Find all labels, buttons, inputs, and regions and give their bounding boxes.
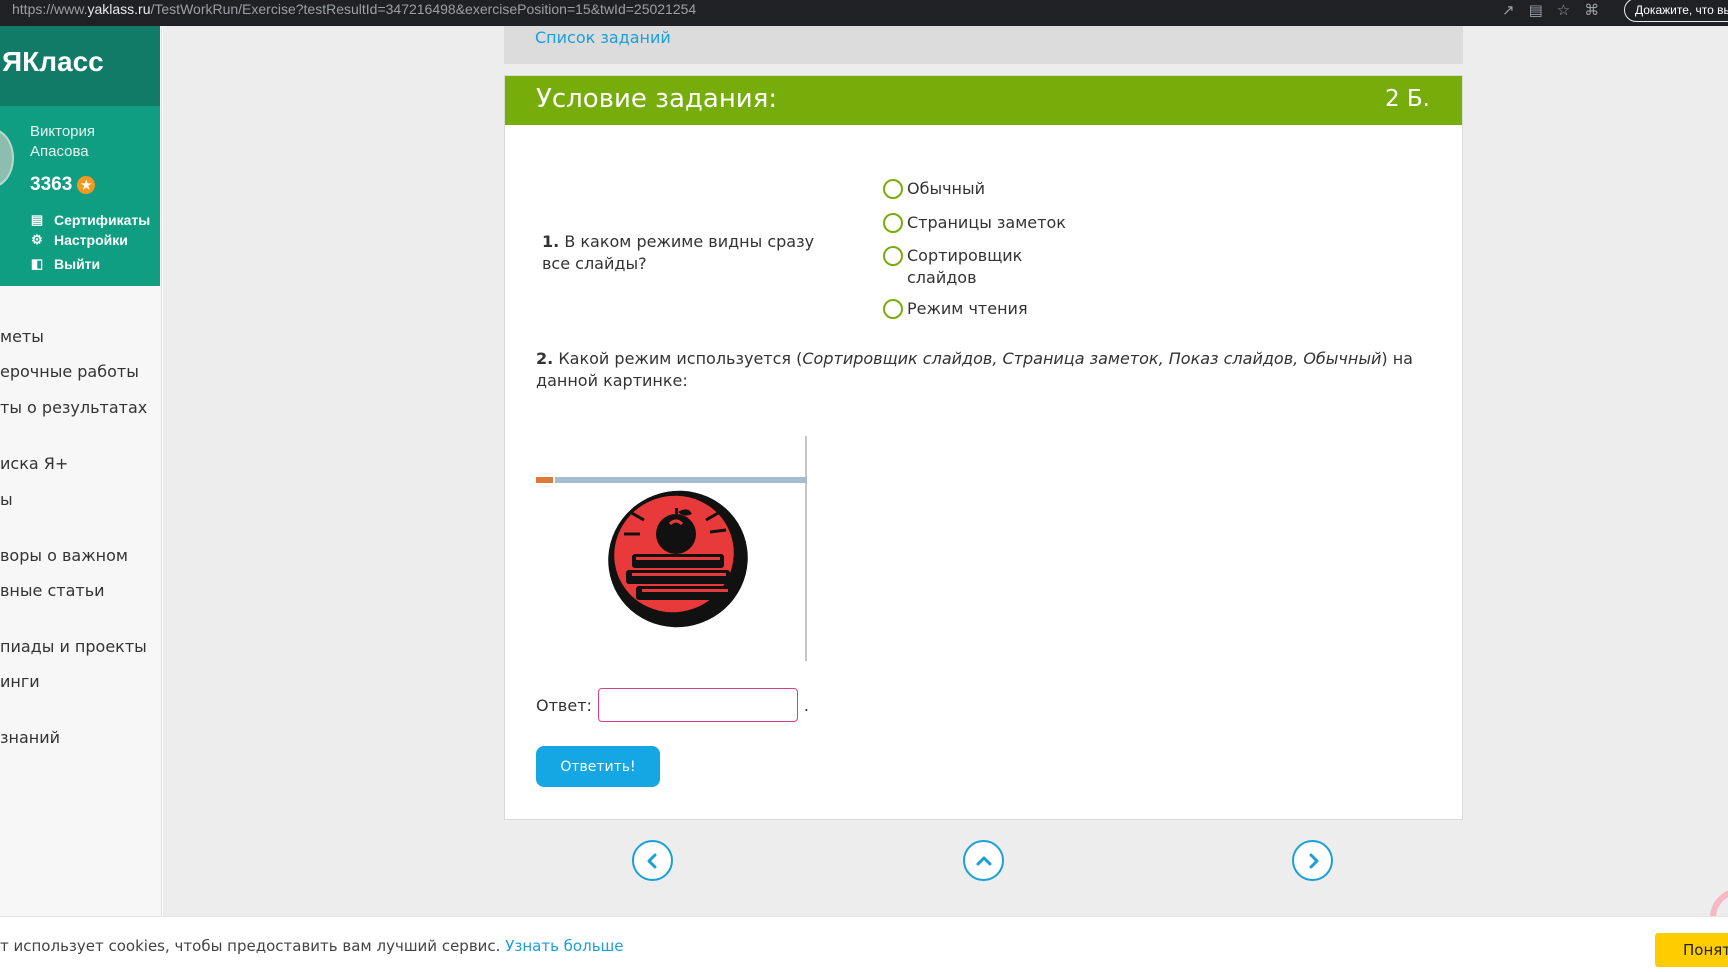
points-value: 3363 <box>30 174 73 195</box>
cookie-accept-button[interactable]: Понятно <box>1655 933 1728 967</box>
option-label: Страницы заметок <box>907 213 1066 232</box>
question-2-text-before: Какой режим используется ( <box>558 349 803 368</box>
logout-link[interactable]: ◧ Выйти <box>30 256 100 272</box>
star-icon: ★ <box>77 176 96 194</box>
menu-item-subjects[interactable]: меты <box>0 327 44 346</box>
sidebar: ЯКласс Виктория Апасова 3363 ★ ▤ Сертифи… <box>0 26 162 916</box>
url-path: /TestWorkRun/Exercise?testResultId=34721… <box>150 1 697 17</box>
radio-button[interactable] <box>883 246 903 266</box>
menu-item-tests[interactable]: ерочные работы <box>0 362 139 381</box>
settings-link[interactable]: ⚙ Настройки <box>30 232 128 248</box>
question-2: 2. Какой режим используется (Сортировщик… <box>536 348 1436 392</box>
certificates-label: Сертификаты <box>54 212 151 228</box>
bookmark-star-icon[interactable]: ☆ <box>1557 1 1570 19</box>
logout-label: Выйти <box>54 256 101 272</box>
menu-item-results[interactable]: ты о результатах <box>0 398 147 417</box>
chevron-left-icon <box>647 853 656 868</box>
question-1-number: 1. <box>542 232 560 251</box>
menu-item-subscription[interactable]: иска Я+ <box>0 454 68 473</box>
certificate-icon: ▤ <box>30 212 44 227</box>
option-notes-page[interactable]: Страницы заметок <box>883 212 1066 234</box>
slide-illustration <box>536 436 816 661</box>
extension-icon[interactable]: ⌘ <box>1584 1 1599 19</box>
task-score: 2 Б. <box>1384 86 1430 112</box>
question-2-number: 2. <box>536 349 554 368</box>
books-apple-clipart <box>608 490 748 628</box>
answer-label: Ответ: <box>536 695 592 715</box>
radio-button[interactable] <box>883 213 903 233</box>
chevron-right-icon <box>1309 853 1318 868</box>
task-card-header: Условие задания: 2 Б. <box>505 76 1462 125</box>
menu-item-groups[interactable]: ы <box>0 490 13 509</box>
avatar[interactable] <box>0 128 14 188</box>
question-1: 1. В каком режиме видны сразу все слайды… <box>542 231 832 275</box>
next-task-button[interactable] <box>1292 840 1333 881</box>
option-slide-sorter[interactable]: Сортировщик слайдов <box>883 245 1033 289</box>
profile-panel: Виктория Апасова 3363 ★ ▤ Сертификаты ⚙ … <box>0 106 160 286</box>
menu-item-olympiads[interactable]: пиады и проекты <box>0 637 147 656</box>
certificates-link[interactable]: ▤ Сертификаты <box>30 212 150 228</box>
previous-task-button[interactable] <box>632 840 673 881</box>
option-label: Сортировщик слайдов <box>907 246 1023 287</box>
option-label: Обычный <box>907 179 986 198</box>
browser-toolbar: https://www.yaklass.ru/TestWorkRun/Exerc… <box>0 0 1728 26</box>
radio-button[interactable] <box>883 179 903 199</box>
task-list-up-button[interactable] <box>963 840 1004 881</box>
url-domain: yaklass.ru <box>87 1 151 17</box>
user-name[interactable]: Виктория Апасова <box>30 122 150 162</box>
cookie-message: т использует cookies, чтобы предоставить… <box>0 937 501 955</box>
menu-item-knowledge[interactable]: знаний <box>0 728 60 747</box>
submit-answer-button[interactable]: Ответить! <box>536 746 660 787</box>
browser-action-icons: ↗ ▤ ☆ ⌘ <box>1502 1 1599 19</box>
chevron-up-icon <box>976 856 991 865</box>
cookie-learn-more-link[interactable]: Узнать больше <box>505 937 623 955</box>
user-first-name: Виктория <box>30 123 96 140</box>
extension-button[interactable]: Докажите, что вы <box>1624 0 1728 22</box>
gear-icon: ⚙ <box>31 232 43 247</box>
task-card: Условие задания: 2 Б. 1. В каком режиме … <box>504 75 1463 820</box>
menu-item-ratings[interactable]: инги <box>0 672 40 691</box>
radio-button[interactable] <box>883 299 903 319</box>
points-badge: 3363 ★ <box>30 174 96 196</box>
option-normal[interactable]: Обычный <box>883 178 985 200</box>
brand-header[interactable]: ЯКласс <box>0 26 160 106</box>
reading-list-icon[interactable]: ▤ <box>1529 1 1543 19</box>
answer-suffix: . <box>803 695 809 715</box>
slide-view-image <box>536 436 807 661</box>
option-reading-mode[interactable]: Режим чтения <box>883 298 1028 320</box>
user-last-name: Апасова <box>30 143 89 160</box>
task-list-link[interactable]: Список заданий <box>535 28 671 47</box>
question-1-text: В каком режиме видны сразу все слайды? <box>542 232 815 273</box>
address-bar[interactable]: https://www.yaklass.ru/TestWorkRun/Exerc… <box>12 1 696 17</box>
open-in-new-icon[interactable]: ↗ <box>1502 1 1515 19</box>
answer-input[interactable] <box>597 688 798 722</box>
cookie-text: т использует cookies, чтобы предоставить… <box>0 937 624 955</box>
option-label: Режим чтения <box>907 299 1028 318</box>
url-prefix: https://www. <box>12 1 88 17</box>
logout-icon: ◧ <box>30 256 44 271</box>
menu-item-talks[interactable]: воры о важном <box>0 546 128 565</box>
answer-row: Ответ: . <box>536 688 809 722</box>
menu-item-articles[interactable]: вные статьи <box>0 581 105 600</box>
brand-logo: ЯКласс <box>2 46 104 77</box>
question-2-options-italic: Сортировщик слайдов, Страница заметок, П… <box>802 349 1382 368</box>
cookie-banner: т использует cookies, чтобы предоставить… <box>0 916 1728 972</box>
task-title: Условие задания: <box>536 84 778 114</box>
settings-label: Настройки <box>54 232 128 248</box>
